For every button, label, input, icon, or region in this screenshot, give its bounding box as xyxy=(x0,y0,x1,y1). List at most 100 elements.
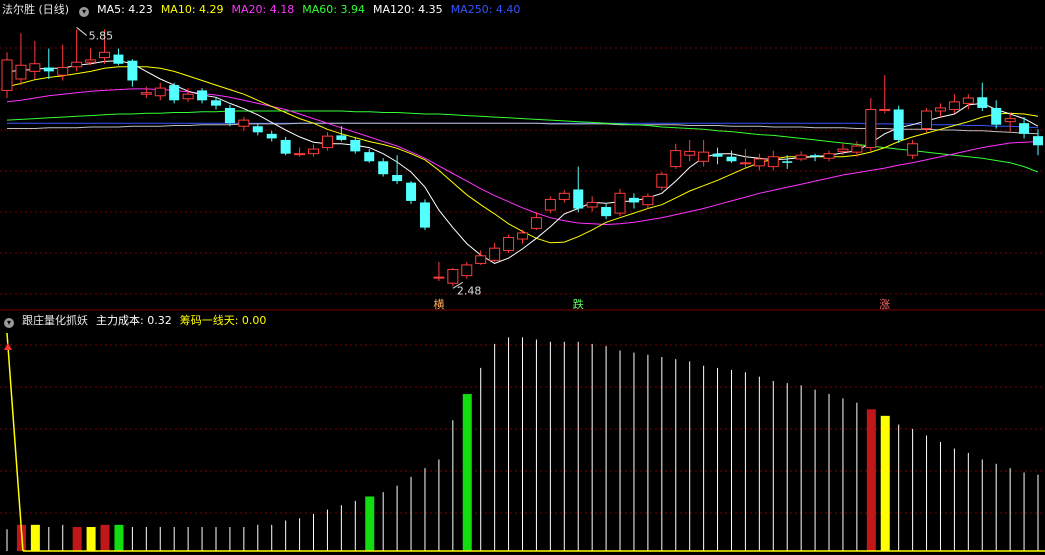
indicator-bar xyxy=(30,524,40,551)
candle xyxy=(810,153,821,162)
candle-body xyxy=(670,150,682,168)
candle-body xyxy=(795,154,807,160)
cost-line-drop xyxy=(6,332,24,552)
candle-body xyxy=(57,67,69,76)
candle xyxy=(308,144,320,157)
candle xyxy=(350,136,361,154)
candle-body xyxy=(43,67,54,72)
candle-body xyxy=(378,161,389,175)
candle xyxy=(29,40,41,79)
candle-body xyxy=(210,100,221,106)
candle xyxy=(252,123,263,136)
candle-body xyxy=(99,51,111,59)
chip-line-value: 筹码一线天: 0.00 xyxy=(179,314,267,327)
candle xyxy=(767,150,779,171)
candle-body xyxy=(197,90,208,101)
candle-body xyxy=(252,126,263,133)
candle-body xyxy=(782,161,793,163)
cost-line-arrow xyxy=(4,343,12,350)
candle xyxy=(670,143,682,169)
ma5-value: MA5: 4.23 xyxy=(97,3,153,16)
indicator-bar xyxy=(72,527,82,551)
indicator-settings-icon[interactable]: ▾ xyxy=(4,318,14,328)
candle-body xyxy=(614,192,626,214)
candle xyxy=(461,261,473,279)
candle xyxy=(907,139,919,159)
candle-body xyxy=(739,162,751,165)
indicator-bar xyxy=(100,524,110,551)
candle-body xyxy=(266,133,277,139)
candle-body xyxy=(182,93,194,100)
candle-body xyxy=(642,195,654,206)
candle xyxy=(197,88,208,104)
candle-body xyxy=(169,85,180,101)
candle xyxy=(865,98,877,152)
candle xyxy=(573,166,584,213)
candle xyxy=(991,100,1002,129)
main-chart-header: 法尔胜 (日线) ▾ MA5: 4.23 MA10: 4.29 MA20: 4.18 MA… xyxy=(2,3,528,17)
candle-body xyxy=(558,192,570,200)
candle xyxy=(15,33,27,86)
candle xyxy=(154,82,166,101)
candle xyxy=(433,261,445,281)
candle xyxy=(71,29,83,72)
candle xyxy=(823,150,835,162)
indicator-header: ▾ 跟庄量化抓妖 主力成本: 0.32 筹码一线天: 0.00 xyxy=(2,314,274,328)
candle-body xyxy=(517,232,528,240)
candle-body xyxy=(991,107,1002,125)
candle-body xyxy=(684,150,696,156)
candle-body xyxy=(810,155,821,157)
indicator-bar xyxy=(86,527,96,551)
candle xyxy=(921,107,933,133)
candle-body xyxy=(280,139,291,154)
candle-body xyxy=(140,92,152,95)
ma120-line xyxy=(7,122,1039,135)
indicator-name: 跟庄量化抓妖 xyxy=(22,314,88,327)
candle xyxy=(726,150,737,163)
signal-marker: 跌 xyxy=(573,297,584,311)
candle-body xyxy=(712,153,723,157)
candle-body xyxy=(851,145,863,153)
ma20-value: MA20: 4.18 xyxy=(231,3,295,16)
candle xyxy=(140,86,152,99)
candle xyxy=(364,149,375,163)
candle xyxy=(503,234,515,253)
candle xyxy=(601,203,612,220)
indicator-bar xyxy=(866,409,876,551)
candle xyxy=(544,196,556,214)
indicator-bar xyxy=(880,415,890,551)
candle-body xyxy=(489,247,501,261)
candle-body xyxy=(392,175,403,182)
candle-body xyxy=(628,197,639,203)
chart-settings-icon[interactable]: ▾ xyxy=(79,7,90,17)
candle xyxy=(57,44,69,81)
candle-body xyxy=(308,148,320,155)
candle xyxy=(558,190,570,203)
candle xyxy=(879,75,891,114)
candle xyxy=(489,242,501,262)
candle xyxy=(266,130,277,142)
candle-body xyxy=(113,54,124,64)
candle xyxy=(517,229,528,244)
signal-marker: 横 xyxy=(433,297,444,311)
candle xyxy=(977,82,988,111)
candle-body xyxy=(336,135,347,140)
candle xyxy=(614,188,626,217)
candle xyxy=(224,104,235,127)
chart-canvas: 5.85 2.48 横 跌 涨 xyxy=(0,27,1045,552)
candle-body xyxy=(977,97,988,108)
candle-body xyxy=(1033,136,1043,146)
candle-body xyxy=(447,269,459,284)
candle-body xyxy=(71,61,83,68)
indicator-bar xyxy=(462,394,472,551)
candle-body xyxy=(15,64,27,80)
candle xyxy=(169,82,180,104)
high-price-label: 5.85 xyxy=(89,29,114,42)
candle xyxy=(753,153,765,171)
candle-body xyxy=(1004,118,1016,123)
candle-body xyxy=(934,107,946,112)
candle xyxy=(113,48,124,66)
candle-body xyxy=(948,101,960,110)
candle xyxy=(1,52,13,99)
candle-body xyxy=(656,173,668,188)
